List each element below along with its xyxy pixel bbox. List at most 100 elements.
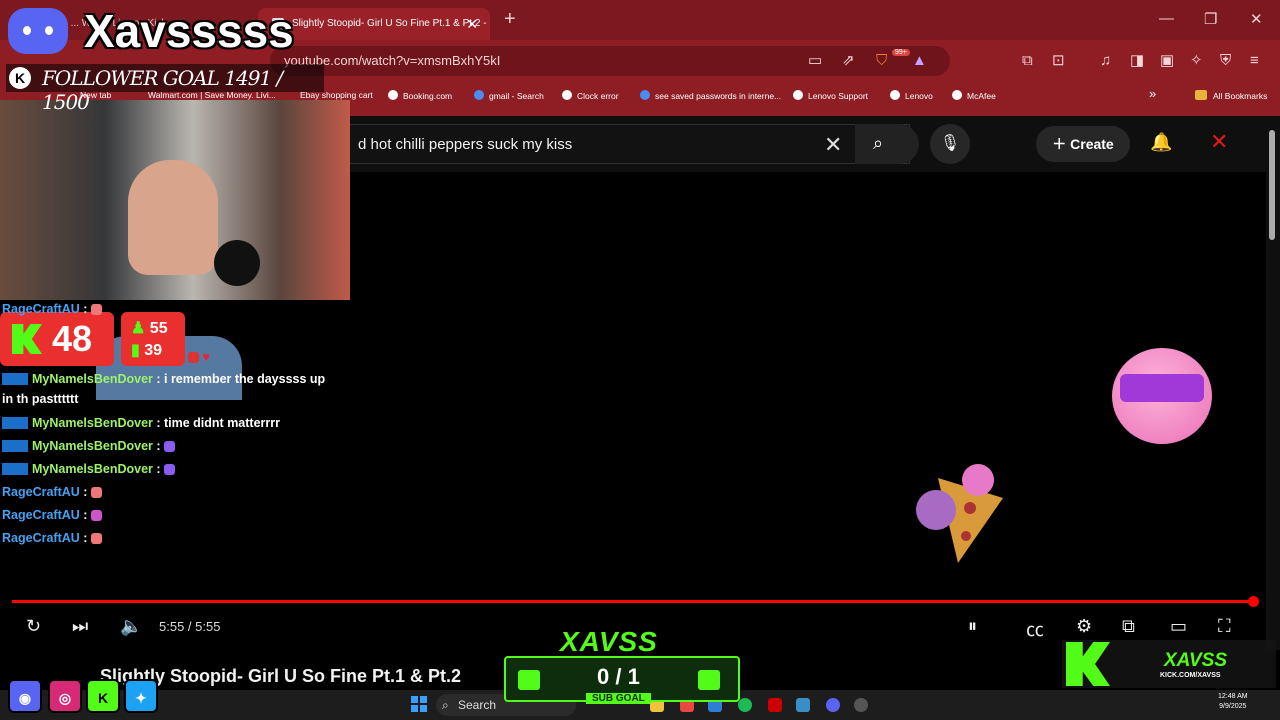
stat-up: ♟ 55: [131, 320, 168, 337]
pizza-sticker: [916, 464, 1003, 563]
heart-icon: ♥: [202, 350, 210, 364]
kick-logo-icon: [1066, 642, 1110, 686]
search-icon: ⌕: [442, 698, 449, 712]
page-scrollbar[interactable]: [1266, 116, 1280, 650]
captions-icon[interactable]: ㏄: [1026, 616, 1044, 642]
tab-search-icon[interactable]: ⊡: [1052, 52, 1065, 70]
menu-icon[interactable]: ≡: [1250, 52, 1259, 70]
bookmark-clock-error[interactable]: Clock error: [562, 90, 619, 101]
wallet-icon[interactable]: ▣: [1160, 52, 1174, 70]
voice-search-button[interactable]: 🎙: [930, 124, 970, 164]
chat-message: MyNamelsBenDover :: [2, 462, 175, 476]
emote-icon: [164, 441, 175, 452]
subgoal-title: XAVSS: [560, 626, 658, 657]
theater-mode-icon[interactable]: ▭: [1170, 616, 1187, 637]
globe-icon: [562, 90, 572, 100]
emote-icon: [90, 304, 102, 315]
autoplay-toggle[interactable]: ⏸: [968, 616, 977, 637]
follower-goal: K FOLLOWER GOAL 1491 / 1500: [6, 64, 324, 114]
all-bookmarks-button[interactable]: All Bookmarks: [1195, 90, 1267, 101]
sidebar-icon[interactable]: ◨: [1130, 52, 1144, 70]
bookmark-booking[interactable]: Booking.com: [388, 90, 452, 101]
vpn-icon[interactable]: ⛨: [1220, 52, 1231, 70]
more-bookmarks-icon[interactable]: »: [1149, 86, 1156, 101]
window-close-icon[interactable]: ✕: [1250, 10, 1263, 28]
kick-channel-name: XAVSS: [1164, 650, 1228, 671]
stat-bars: ▮ 39: [131, 342, 163, 359]
settings-taskbar-icon[interactable]: [854, 698, 868, 712]
globe-icon: [890, 90, 900, 100]
settings-gear-icon[interactable]: ⚙: [1076, 616, 1092, 637]
fullscreen-icon[interactable]: ⛶: [1218, 616, 1231, 637]
bookmark-passwords[interactable]: see saved passwords in interne...: [640, 90, 781, 101]
streamer-name: Xavsssss: [84, 5, 294, 57]
windows-start-icon[interactable]: [411, 696, 427, 712]
minimize-icon[interactable]: —: [1159, 10, 1174, 27]
progress-scrubber[interactable]: [1248, 596, 1259, 607]
search-query: d hot chilli peppers suck my kiss: [358, 136, 573, 153]
chat-message: MyNamelsBenDover : time didnt matterrrr: [2, 416, 280, 430]
app-icon[interactable]: [796, 698, 810, 712]
emote-icon: [164, 464, 175, 475]
platform-icon: [2, 373, 28, 385]
pot-icon: [698, 670, 720, 690]
spotify-icon[interactable]: [738, 698, 752, 712]
restore-icon[interactable]: ❐: [1204, 10, 1217, 28]
close-red-icon[interactable]: ✕: [1210, 129, 1228, 155]
brave-shield-icon[interactable]: ⛉: [876, 52, 887, 70]
miniplayer-icon[interactable]: ⧉: [1122, 616, 1135, 637]
globe-icon: [952, 90, 962, 100]
notification-badge: 99+: [892, 49, 910, 56]
new-tab-button[interactable]: +: [504, 8, 516, 31]
platform-icon: [2, 417, 28, 429]
platform-icon: [2, 463, 28, 475]
globe-icon: [388, 90, 398, 100]
viewer-count: 48: [0, 312, 114, 366]
close-tab-icon[interactable]: ✕: [466, 8, 478, 40]
twitter-icon: ✦: [124, 679, 158, 713]
webcam-person: [128, 160, 218, 275]
bookmark-lenovo-support[interactable]: Lenovo Support: [793, 90, 868, 101]
chat-message: MyNamelsBenDover :: [2, 439, 175, 453]
emote-row: ♥: [188, 350, 210, 364]
kick-icon: K: [86, 679, 120, 713]
chat-message: RageCraftAU :: [2, 485, 102, 499]
clear-search-icon[interactable]: ✕: [824, 132, 842, 158]
subgoal-count: 0 / 1: [597, 664, 640, 689]
media-music-icon[interactable]: ♫: [1100, 52, 1111, 70]
webcam-feed: [0, 100, 350, 400]
person-icon: ♟: [131, 320, 146, 337]
microphone-shape: [214, 240, 260, 286]
pot-icon: [518, 670, 540, 690]
scrollbar-thumb[interactable]: [1269, 130, 1275, 240]
volume-icon[interactable]: 🔈: [120, 616, 142, 637]
pink-sunglasses-sticker: [1112, 348, 1212, 444]
bookmark-gmail[interactable]: gmail - Search: [474, 90, 544, 101]
bookmark-lenovo[interactable]: Lenovo: [890, 90, 933, 101]
instagram-icon: ◎: [48, 679, 82, 713]
extensions-icon[interactable]: ⧉: [1022, 52, 1033, 70]
create-button[interactable]: ＋ Create: [1036, 126, 1130, 162]
bar-chart-icon: ▮: [131, 342, 140, 359]
search-icon: [474, 90, 484, 100]
system-clock[interactable]: 12:48 AM 9/9/2025: [1218, 692, 1248, 712]
share-icon[interactable]: ⇗: [842, 52, 855, 70]
discord-taskbar-icon[interactable]: [826, 698, 840, 712]
emote-icon: [90, 510, 102, 521]
kick-banner: XAVSS KICK.COM/XAVSS: [1062, 640, 1276, 688]
chat-message: RageCraftAU :: [2, 508, 102, 522]
install-app-icon[interactable]: ▭: [808, 52, 822, 70]
replay-icon[interactable]: ↻: [26, 616, 41, 637]
search-button[interactable]: ⌕: [855, 124, 919, 164]
next-icon[interactable]: ⏭: [72, 616, 88, 637]
progress-bar[interactable]: [12, 600, 1254, 603]
leo-ai-icon[interactable]: ✧: [1190, 52, 1203, 70]
notifications-bell-icon[interactable]: 🔔: [1150, 132, 1172, 153]
bookmark-mcafee[interactable]: McAfee: [952, 90, 996, 101]
search-input[interactable]: d hot chilli peppers suck my kiss ✕: [330, 124, 910, 164]
netflix-icon[interactable]: [768, 698, 782, 712]
rewards-triangle-icon[interactable]: ▲: [912, 52, 927, 70]
search-icon: [640, 90, 650, 100]
kick-channel-url: KICK.COM/XAVSS: [1160, 672, 1221, 679]
discord-logo-icon: [8, 8, 68, 54]
